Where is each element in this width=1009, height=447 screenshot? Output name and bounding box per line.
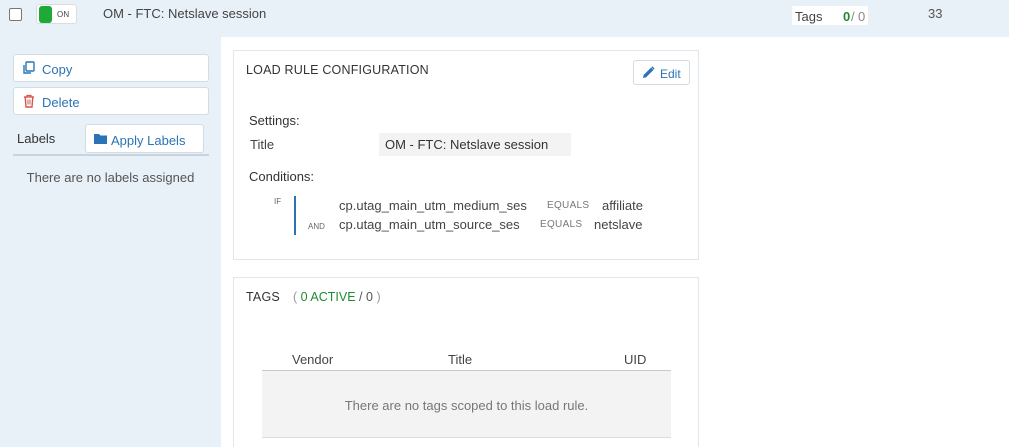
- copy-label: Copy: [42, 62, 73, 77]
- table-bottom-divider: [262, 437, 671, 438]
- total-tags-count: 0: [366, 290, 373, 304]
- condition-variable: cp.utag_main_utm_source_ses: [339, 217, 520, 232]
- condition-operator: EQUALS: [547, 200, 590, 211]
- conditions-heading: Conditions:: [249, 169, 315, 184]
- labels-divider: [13, 154, 209, 156]
- tags-label: Tags: [795, 9, 823, 24]
- copy-icon: [23, 61, 35, 74]
- condition-variable: cp.utag_main_utm_medium_ses: [339, 198, 527, 213]
- tags-card-title: TAGS: [246, 290, 280, 304]
- toggle-knob: [39, 6, 52, 23]
- tags-summary-separator: /: [359, 290, 363, 304]
- tags-separator: /: [851, 9, 855, 24]
- column-header-title[interactable]: Title: [448, 352, 472, 367]
- condition-prefix-if: IF: [274, 197, 282, 206]
- status-toggle[interactable]: ON: [36, 4, 77, 24]
- tags-total-count: 0: [858, 9, 866, 24]
- tags-active-count: 0: [843, 9, 851, 24]
- copy-button[interactable]: Copy: [13, 54, 209, 82]
- apply-labels-label: Apply Labels: [111, 133, 186, 148]
- load-rule-title[interactable]: OM - FTC: Netslave session: [103, 6, 266, 21]
- active-tags-count: 0 ACTIVE: [300, 290, 356, 304]
- folder-icon: [94, 134, 107, 144]
- edit-label: Edit: [660, 67, 681, 81]
- condition-operator: EQUALS: [540, 219, 583, 230]
- no-labels-message: There are no labels assigned: [26, 170, 195, 185]
- row-select-checkbox[interactable]: [9, 8, 22, 21]
- trash-icon: [24, 94, 34, 108]
- settings-heading: Settings:: [249, 113, 300, 128]
- apply-labels-button[interactable]: Apply Labels: [85, 124, 204, 153]
- close-paren: ): [376, 290, 381, 304]
- condition-value: netslave: [594, 217, 643, 232]
- toggle-state-label: ON: [57, 10, 70, 19]
- load-rule-configuration-card: LOAD RULE CONFIGURATION Edit Settings: T…: [233, 50, 699, 260]
- no-tags-message: There are no tags scoped to this load ru…: [344, 398, 589, 413]
- column-header-vendor[interactable]: Vendor: [292, 352, 333, 367]
- tags-table-empty-state: There are no tags scoped to this load ru…: [262, 371, 671, 437]
- delete-label: Delete: [42, 95, 80, 110]
- tags-active-summary: ( 0 ACTIVE / 0 ): [293, 290, 381, 304]
- edit-button[interactable]: Edit: [633, 60, 690, 85]
- condition-group-bar: [294, 196, 296, 235]
- tags-card: TAGS ( 0 ACTIVE / 0 ) Vendor Title UID T…: [233, 277, 699, 447]
- title-field-label: Title: [250, 137, 275, 152]
- tags-count-badge: Tags 0 / 0: [792, 6, 868, 25]
- delete-button[interactable]: Delete: [13, 87, 209, 115]
- column-header-uid[interactable]: UID: [624, 352, 646, 367]
- condition-value: affiliate: [602, 198, 643, 213]
- open-paren: (: [293, 290, 298, 304]
- labels-caption: Labels: [17, 131, 56, 146]
- rule-actions-sidebar: Copy Delete Labels Apply Labels There ar…: [0, 37, 221, 447]
- config-card-title: LOAD RULE CONFIGURATION: [246, 63, 429, 77]
- load-rule-uid: 33: [928, 6, 943, 21]
- condition-prefix-and: AND: [308, 222, 325, 231]
- title-field-value: OM - FTC: Netslave session: [379, 133, 571, 156]
- load-rule-row-header[interactable]: ON OM - FTC: Netslave session Tags 0 / 0…: [0, 0, 1009, 37]
- pencil-icon: [643, 66, 655, 78]
